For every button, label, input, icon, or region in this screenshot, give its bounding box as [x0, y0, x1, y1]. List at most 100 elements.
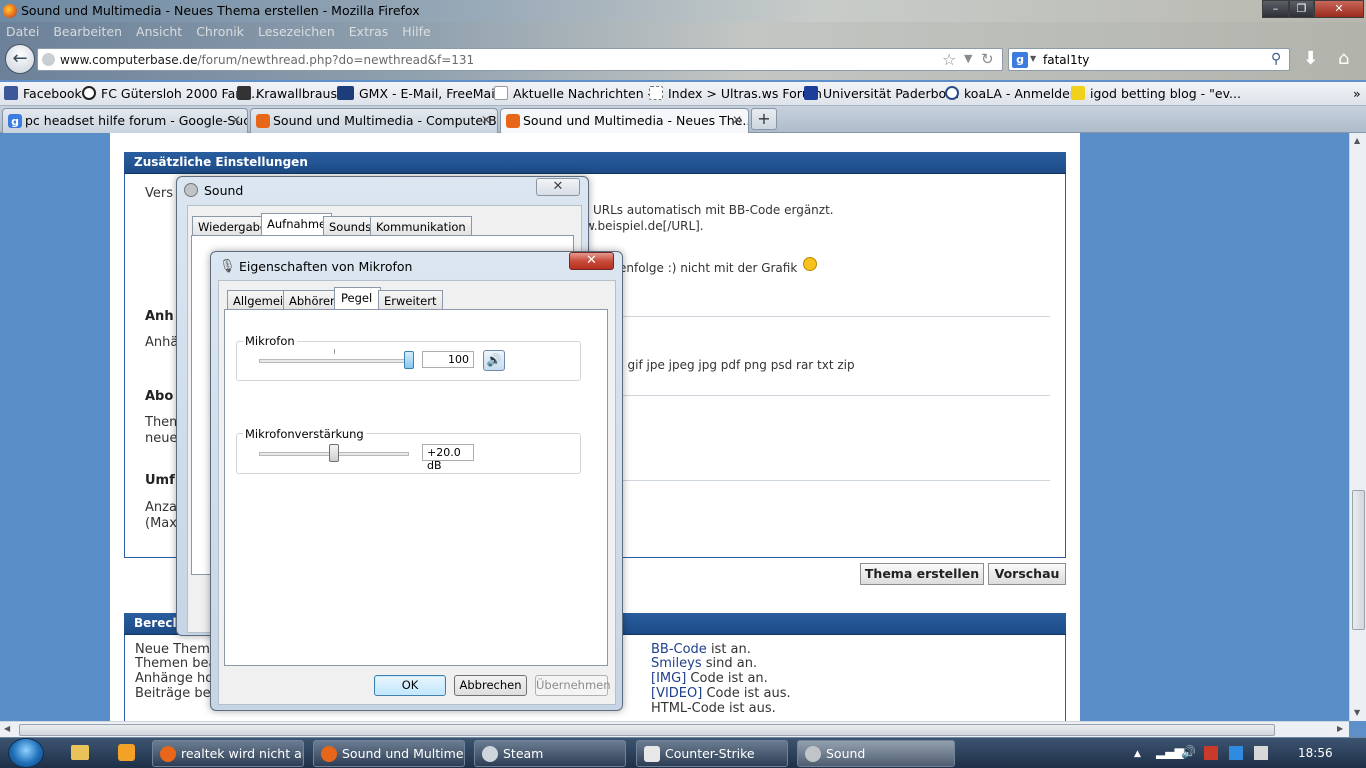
menu-datei[interactable]: Datei [6, 24, 39, 39]
bookmark-krawallbrause[interactable]: Krawallbrause [237, 86, 345, 101]
menu-hilfe[interactable]: Hilfe [402, 24, 430, 39]
microphone-icon: 🎙 [219, 259, 236, 274]
gmx-icon [337, 86, 354, 100]
bookmarks-overflow-button[interactable]: » [1353, 86, 1361, 101]
permission-line: Anhänge ho [135, 671, 214, 686]
restore-button[interactable]: ❐ [1289, 0, 1314, 18]
bookmark-ultras-forum[interactable]: Index > Ultras.ws Forum [649, 86, 822, 101]
firefox-icon [321, 746, 337, 762]
microphone-slider-track[interactable] [259, 359, 409, 363]
search-bar[interactable]: g ▼ fatal1ty ⚲ [1008, 48, 1290, 71]
cancel-button[interactable]: Abbrechen [454, 675, 527, 696]
slider-tick [334, 349, 335, 354]
taskbar-item-counter-strike[interactable]: Counter-Strike [636, 740, 788, 767]
taskbar-item-sound[interactable]: Sound [797, 740, 955, 767]
taskbar-item-steam[interactable]: Steam [474, 740, 626, 767]
firefox-icon [160, 746, 176, 762]
bookmark-igod-blog[interactable]: igod betting blog - "ev... [1071, 86, 1241, 101]
menu-lesezeichen[interactable]: Lesezeichen [258, 24, 335, 39]
show-hidden-icons[interactable]: ▲ [1134, 749, 1141, 759]
volume-icon[interactable]: 🔊 [1181, 745, 1196, 759]
menu-chronik[interactable]: Chronik [196, 24, 244, 39]
video-code-link[interactable]: [VIDEO] [651, 686, 702, 701]
taskbar-item-sound-multimedia[interactable]: Sound und Multime... [313, 740, 465, 767]
bbcode-link[interactable]: BB-Code [651, 642, 707, 657]
sound-close-button[interactable]: ✕ [536, 178, 580, 196]
reload-icon[interactable]: ↻ [981, 50, 994, 68]
tab-erweitert[interactable]: Erweitert [378, 290, 443, 310]
close-window-button[interactable]: ✕ [1314, 0, 1364, 18]
close-tab-icon[interactable]: ✕ [231, 113, 241, 127]
microphone-slider-thumb[interactable] [404, 351, 414, 369]
settings-header: Zusätzliche Einstellungen [124, 152, 1066, 174]
vertical-scrollbar[interactable]: ▲ ▼ [1349, 133, 1366, 721]
mic-close-button[interactable]: ✕ [569, 252, 614, 270]
tab-new-thread[interactable]: Sound und Multimedia - Neues The... ✕ [500, 108, 749, 134]
tab-computerbase[interactable]: Sound und Multimedia - ComputerB... ✕ [250, 108, 498, 133]
site-identity-icon[interactable] [42, 53, 55, 66]
close-tab-icon[interactable]: ✕ [732, 113, 742, 127]
taskbar-item-realtek[interactable]: realtek wird nicht an... [152, 740, 304, 767]
minimize-button[interactable]: – [1262, 0, 1289, 18]
bookmark-koala[interactable]: koaLA - Anmelden [945, 86, 1078, 101]
clock[interactable]: 18:56 [1298, 746, 1333, 760]
scroll-right-icon[interactable]: ▶ [1337, 724, 1343, 733]
search-input[interactable]: fatal1ty [1043, 53, 1089, 67]
bookmark-facebook[interactable]: Facebook [4, 86, 82, 101]
scrollbar-thumb[interactable] [19, 724, 1275, 736]
window-title: Sound und Multimedia - Neues Thema erste… [21, 3, 420, 18]
tab-pegel[interactable]: Pegel [334, 287, 382, 310]
microphone-level-input[interactable]: 100 [422, 351, 474, 368]
bookmark-fc-guetersloh[interactable]: FC Gütersloh 2000 Fan ... [82, 86, 259, 101]
tab-label: pc headset hilfe forum - Google-Suche [25, 113, 248, 128]
explorer-icon[interactable] [71, 745, 89, 760]
facebook-icon [4, 86, 18, 100]
home-icon[interactable]: ⌂ [1338, 48, 1349, 69]
search-engine-dropdown-icon[interactable]: ▼ [1030, 54, 1036, 63]
downloads-icon[interactable]: ⬇ [1303, 48, 1318, 69]
microphone-label: Mikrofon [243, 334, 297, 348]
start-button[interactable] [8, 738, 44, 768]
mute-speaker-icon[interactable]: 🔊 [483, 350, 505, 371]
steam-icon [482, 746, 498, 762]
dropbox-icon[interactable] [1229, 746, 1243, 760]
scroll-up-icon[interactable]: ▲ [1354, 136, 1360, 145]
tab-kommunikation[interactable]: Kommunikation [370, 216, 472, 236]
back-button[interactable]: ← [5, 44, 35, 74]
apply-button[interactable]: Übernehmen [535, 675, 611, 696]
menu-bearbeiten[interactable]: Bearbeiten [53, 24, 122, 39]
boost-level-input[interactable]: +20.0 dB [422, 444, 474, 472]
bookmark-uni-paderborn[interactable]: Universität Paderborn [804, 86, 959, 101]
create-thread-button[interactable]: Thema erstellen [860, 563, 984, 585]
scroll-down-icon[interactable]: ▼ [1354, 708, 1360, 717]
tray-app-icon[interactable] [1254, 746, 1268, 760]
action-center-icon[interactable] [1204, 746, 1218, 760]
boost-slider-thumb[interactable] [329, 444, 339, 462]
close-tab-icon[interactable]: ✕ [481, 113, 491, 127]
page-background-right [1080, 133, 1349, 721]
tab-google-search[interactable]: g pc headset hilfe forum - Google-Suche … [2, 108, 248, 133]
ok-button[interactable]: OK [374, 675, 446, 696]
preview-button[interactable]: Vorschau [988, 563, 1066, 585]
media-player-icon[interactable] [118, 744, 135, 761]
horizontal-scrollbar[interactable]: ◀ ▶ [0, 721, 1349, 737]
blogger-icon [1071, 86, 1085, 100]
text-fragment: Anza [145, 500, 177, 515]
bookmark-aktuelle-nachrichten[interactable]: Aktuelle Nachrichten -... [494, 86, 664, 101]
bookmark-gmx[interactable]: GMX - E-Mail, FreeMai... [337, 86, 507, 101]
tab-aufnahme[interactable]: Aufnahme [261, 213, 333, 236]
text-fragment: (Max [145, 516, 177, 531]
img-code-link[interactable]: [IMG] [651, 671, 686, 686]
network-icon[interactable]: ▂▄▆ [1156, 745, 1184, 759]
scrollbar-thumb[interactable] [1352, 490, 1365, 630]
menu-ansicht[interactable]: Ansicht [136, 24, 182, 39]
history-dropdown-icon[interactable]: ▼ [964, 52, 972, 65]
new-tab-button[interactable]: + [751, 108, 777, 130]
search-icon[interactable]: ⚲ [1271, 51, 1281, 67]
menu-extras[interactable]: Extras [349, 24, 389, 39]
bookmark-star-icon[interactable]: ☆ [942, 50, 956, 69]
scroll-left-icon[interactable]: ◀ [4, 724, 10, 733]
google-search-engine-icon[interactable]: g [1012, 52, 1028, 68]
url-bar[interactable]: www.computerbase.de/forum/newthread.php?… [37, 48, 1003, 71]
smileys-link[interactable]: Smileys [651, 656, 702, 671]
